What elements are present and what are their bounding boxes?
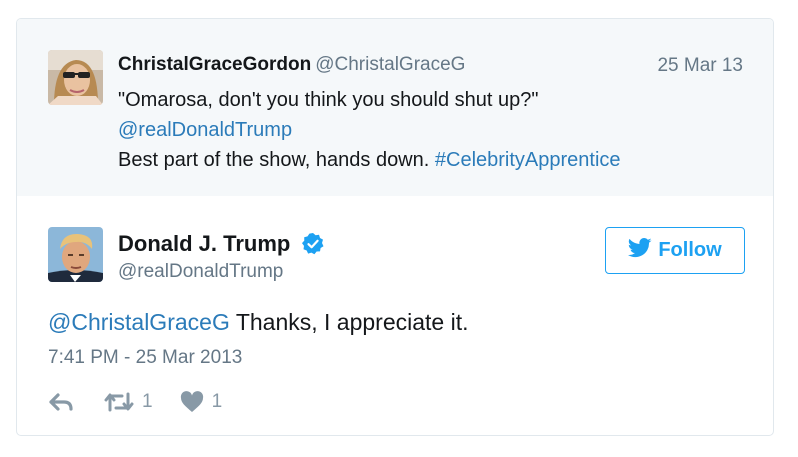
quoted-text: "Omarosa, don't you think you should shu… xyxy=(118,85,621,175)
tweet-timestamp[interactable]: 7:41 PM - 25 Mar 2013 xyxy=(48,347,242,369)
quoted-handle[interactable]: @ChristalGraceG xyxy=(315,54,465,75)
follow-label: Follow xyxy=(658,239,722,261)
reply-mention-link[interactable]: @ChristalGraceG xyxy=(48,309,230,335)
hashtag-link[interactable]: #CelebrityApprentice xyxy=(435,149,621,171)
author-display-name[interactable]: Donald J. Trump xyxy=(118,231,290,256)
retweet-icon xyxy=(104,391,134,413)
tweet-text: @ChristalGraceG Thanks, I appreciate it. xyxy=(48,309,469,336)
tweet-card: ChristalGraceGordon @ChristalGraceG 25 Ma… xyxy=(16,18,774,436)
tweet-actions: 1 1 xyxy=(48,389,222,415)
reply-icon xyxy=(48,392,74,412)
heart-icon xyxy=(180,391,204,413)
like-button[interactable]: 1 xyxy=(180,391,223,413)
retweet-button[interactable]: 1 xyxy=(104,391,153,413)
quoted-mention-link[interactable]: @realDonaldTrump xyxy=(118,115,621,145)
quoted-text-body: Best part of the show, hands down. xyxy=(118,149,435,171)
quoted-text-line3: Best part of the show, hands down. #Cele… xyxy=(118,145,621,175)
retweet-count: 1 xyxy=(142,391,153,412)
author-name-row: Donald J. Trump xyxy=(118,231,325,259)
quoted-header: ChristalGraceGordon @ChristalGraceG xyxy=(118,53,465,77)
follow-button[interactable]: Follow xyxy=(605,227,745,274)
tweet-text-body: Thanks, I appreciate it. xyxy=(229,309,469,335)
like-count: 1 xyxy=(211,391,223,412)
quoted-date[interactable]: 25 Mar 13 xyxy=(657,55,743,77)
quoted-display-name[interactable]: ChristalGraceGordon xyxy=(118,54,311,75)
quoted-tweet[interactable]: ChristalGraceGordon @ChristalGraceG 25 Ma… xyxy=(17,19,773,196)
quoted-avatar[interactable] xyxy=(48,50,103,105)
verified-badge-icon xyxy=(301,232,325,256)
twitter-bird-icon xyxy=(628,237,652,264)
quoted-text-line1: "Omarosa, don't you think you should shu… xyxy=(118,89,539,111)
author-avatar[interactable] xyxy=(48,227,103,282)
author-handle[interactable]: @realDonaldTrump xyxy=(118,261,283,283)
reply-button[interactable] xyxy=(48,392,74,412)
